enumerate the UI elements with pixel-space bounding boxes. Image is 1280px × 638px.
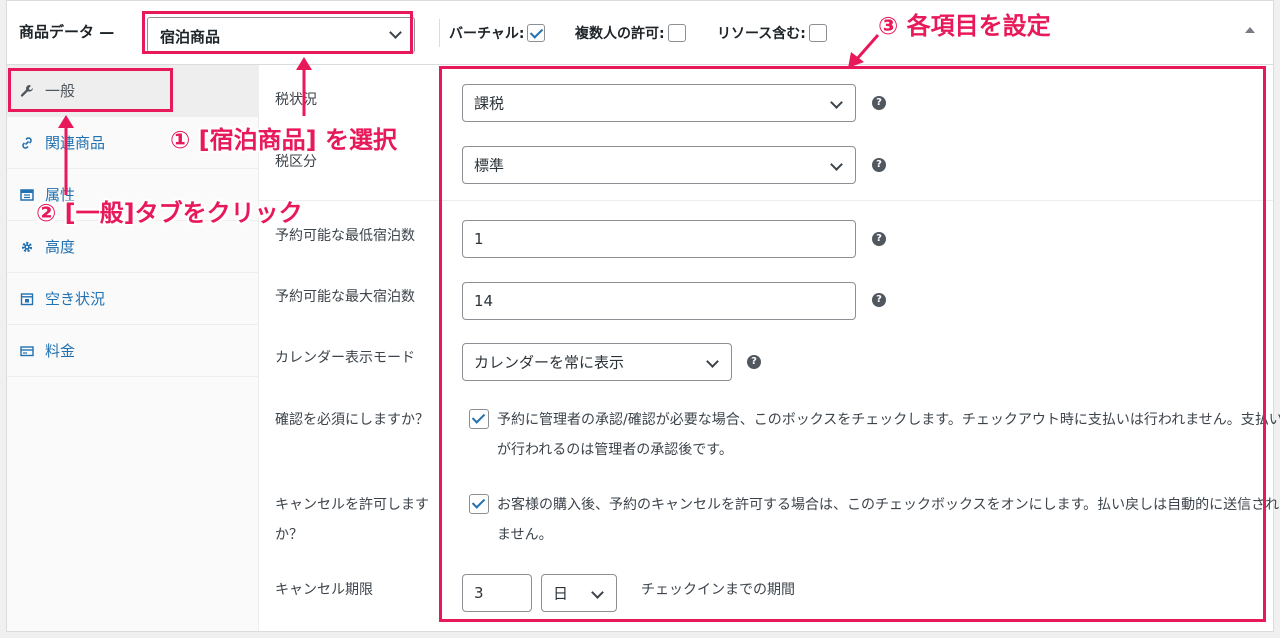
table-icon [19, 187, 35, 203]
annotation-step2: ② [一般]タブをクリック [36, 199, 303, 227]
tab-label: 関連商品 [45, 134, 106, 152]
tab-label: 空き状況 [45, 290, 106, 308]
collapse-toggle-icon[interactable] [1245, 27, 1255, 33]
resources-label: リソース含む: [717, 26, 806, 42]
highlight-product-type [142, 11, 413, 54]
max-nights-label: 予約可能な最大宿泊数 [275, 289, 415, 305]
highlight-general-tab [8, 68, 173, 112]
highlight-settings-area [439, 66, 1266, 622]
tab-availability[interactable]: 空き状況 [7, 273, 259, 325]
resources-checkbox[interactable] [808, 24, 827, 42]
calendar-mode-label: カレンダー表示モード [275, 350, 415, 366]
annotation-step1: ① [宿泊商品] を選択 [170, 126, 397, 154]
persons-checkbox[interactable] [667, 24, 686, 42]
divider [439, 19, 440, 47]
virtual-option[interactable]: バーチャル: [449, 23, 546, 43]
cancel-limit-label: キャンセル期限 [275, 582, 373, 598]
annotation-step3: ③ 各項目を設定 [878, 12, 1051, 40]
link-icon [19, 135, 35, 151]
money-icon [19, 343, 35, 359]
virtual-label: バーチャル: [449, 26, 525, 42]
gear-icon [19, 239, 35, 255]
panel-title: 商品データ — [19, 23, 115, 41]
virtual-checkbox[interactable] [527, 24, 546, 42]
tax-status-label: 税状況 [275, 92, 317, 108]
tab-advanced[interactable]: 高度 [7, 221, 259, 273]
calendar-icon [19, 291, 35, 307]
requires-confirmation-label: 確認を必須にしますか？ [275, 412, 429, 428]
tab-label: 料金 [45, 342, 76, 360]
resources-option[interactable]: リソース含む: [717, 23, 827, 43]
tab-costs[interactable]: 料金 [7, 325, 259, 377]
allow-cancellation-label: キャンセルを許可しますか？ [275, 497, 429, 543]
tab-label: 高度 [45, 238, 76, 256]
persons-label: 複数人の許可: [575, 26, 665, 42]
persons-option[interactable]: 複数人の許可: [575, 23, 686, 43]
